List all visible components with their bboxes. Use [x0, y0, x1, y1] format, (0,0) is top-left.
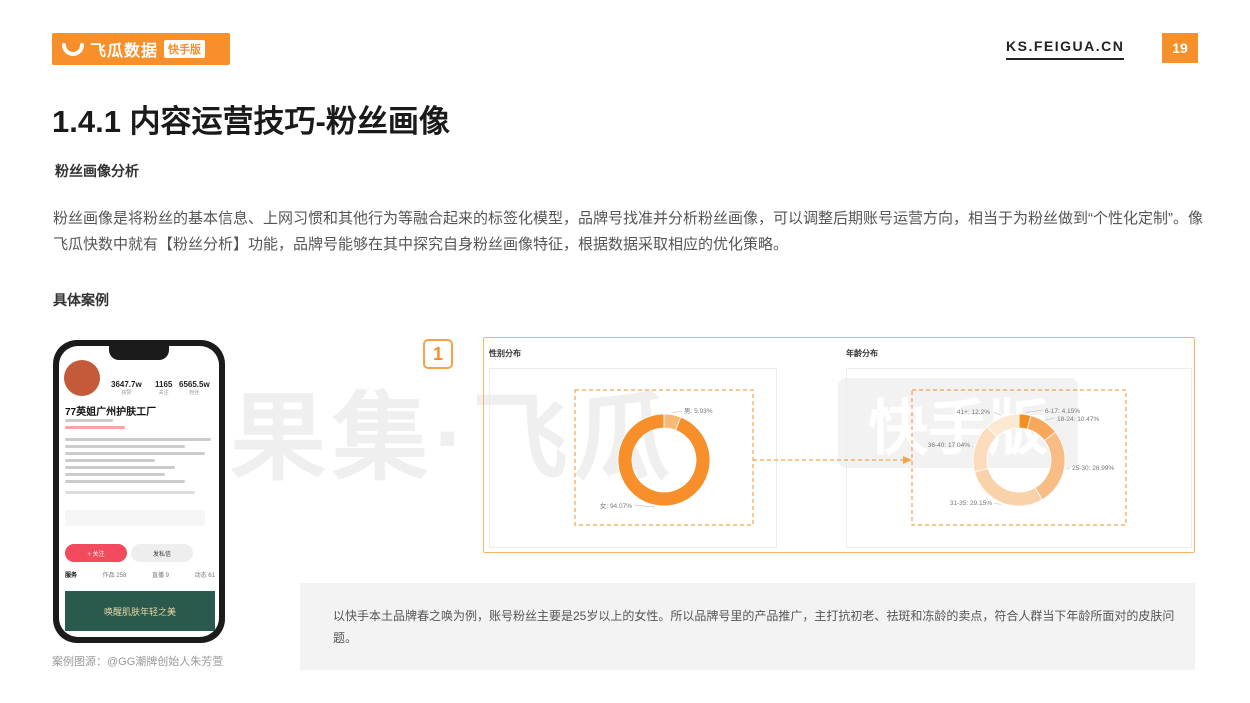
text-placeholder [65, 445, 185, 448]
melon-logo-icon [62, 43, 84, 56]
tab-service[interactable]: 服务 [65, 570, 77, 579]
stat-value: 1165 [155, 380, 173, 389]
stat-likes: 3647.7w 获赞 [111, 380, 142, 396]
arrow-head-icon [903, 456, 912, 464]
stat-value: 6565.5w [179, 380, 210, 389]
label-leader-line [993, 411, 1002, 416]
slice-label: 36-40: 17.04% [928, 442, 971, 449]
phone-screenshot: 3647.7w 获赞 1165 关注 6565.5w 粉丝 77英姐广州护肤工厂… [53, 340, 225, 643]
summary-box: 以快手本土品牌春之唤为例，账号粉丝主要是25岁以上的女性。所以品牌号里的产品推广… [300, 583, 1195, 670]
brand-tag: 快手版 [164, 40, 206, 58]
case-heading: 具体案例 [53, 292, 109, 308]
intro-paragraph: 粉丝画像是将粉丝的基本信息、上网习惯和其他行为等融合起来的标签化模型，品牌号找准… [53, 210, 1203, 253]
tab-posts[interactable]: 动态 61 [195, 570, 215, 579]
section-subtitle: 粉丝画像分析 [55, 163, 139, 179]
stat-label: 粉丝 [189, 390, 200, 396]
label-leader-line [1045, 417, 1056, 421]
stat-label: 关注 [158, 390, 169, 396]
text-placeholder [65, 438, 211, 441]
text-placeholder [65, 459, 155, 462]
label-leader-line [633, 504, 656, 508]
stat-label: 获赞 [121, 390, 132, 396]
image-caption: 案例图源：@GG潮牌创始人朱芳萱 [52, 656, 224, 668]
tab-works[interactable]: 作品 258 [103, 570, 127, 579]
text-placeholder [65, 426, 125, 429]
brand-name: 飞瓜数据 [90, 43, 159, 60]
step-number: 1 [423, 339, 453, 369]
text-placeholder [65, 466, 175, 469]
site-url[interactable]: KS.FEIGUA.CN [1006, 38, 1125, 60]
label-leader-line [993, 502, 1001, 505]
stat-fans: 6565.5w 粉丝 [179, 380, 210, 396]
avatar [64, 360, 100, 396]
phone-screen: 3647.7w 获赞 1165 关注 6565.5w 粉丝 77英姐广州护肤工厂… [59, 346, 219, 637]
slice-label: 女: 94.07% [600, 501, 632, 510]
label-leader-line [1065, 467, 1071, 470]
slice-label: 25-30: 26.99% [1072, 465, 1115, 472]
slice-label: 男: 5.93% [684, 407, 713, 415]
phone-notch [109, 346, 169, 360]
slice-label: 6-17: 4.15% [1045, 408, 1080, 415]
shop-row [65, 510, 205, 526]
slice-label: 41+: 12.2% [957, 409, 990, 416]
slice-label: 18-24: 10.47% [1057, 416, 1100, 423]
label-leader-line [672, 410, 683, 414]
message-button[interactable]: 发私信 [131, 544, 193, 562]
text-placeholder [65, 419, 113, 422]
donut-slice [1034, 431, 1066, 501]
follow-button[interactable]: + 关注 [65, 544, 127, 562]
promo-banner: 唤醒肌肤年轻之美 [65, 591, 215, 631]
donut-charts: 男: 5.93% 女: 94.07% 6-17: 4.15%18-24: 10.4… [574, 389, 1127, 526]
profile-name: 77英姐广州护肤工厂 [65, 407, 157, 418]
text-placeholder [65, 452, 205, 455]
page-number: 19 [1162, 33, 1198, 63]
label-leader-line [971, 445, 973, 448]
donut-slice [617, 413, 711, 507]
page-title: 1.4.1 内容运营技巧-粉丝画像 [52, 104, 450, 139]
brand-logo: 飞瓜数据 快手版 [52, 33, 230, 65]
label-leader-line [1025, 409, 1044, 413]
text-placeholder [65, 473, 165, 476]
text-placeholder [65, 491, 195, 494]
tab-live[interactable]: 直播 9 [152, 570, 169, 579]
text-placeholder [65, 480, 185, 483]
stat-value: 3647.7w [111, 380, 142, 389]
stat-following: 1165 关注 [155, 380, 172, 396]
fan-analysis-panel: 性别分布 年龄分布 男: 5.93% 女: 94.07% 6-17: 4.15% 1… [483, 337, 1195, 553]
slice-label: 31-35: 29.15% [950, 500, 993, 507]
summary-text: 以快手本土品牌春之唤为例，账号粉丝主要是25岁以上的女性。所以品牌号里的产品推广… [333, 609, 1175, 645]
profile-tabs: 服务 作品 258 直播 9 动态 61 [65, 570, 215, 579]
